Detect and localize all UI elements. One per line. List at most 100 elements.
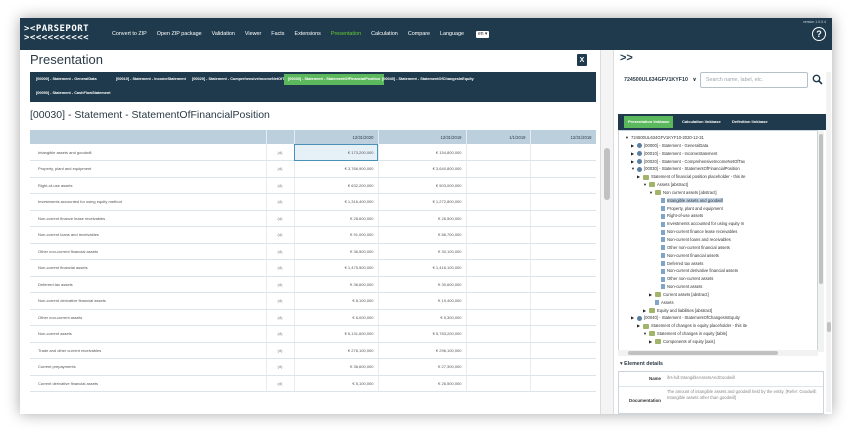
panel-scrollbar-thumb[interactable] [826, 322, 831, 332]
main-scrollbar[interactable] [600, 50, 614, 414]
nav-item-validation[interactable]: Validation [212, 31, 235, 37]
search-input[interactable]: Search name, label, etc. [700, 72, 808, 88]
fact-cell[interactable] [530, 358, 596, 376]
fact-cell[interactable] [466, 325, 531, 343]
tree-node[interactable]: Right-of-use assets [619, 212, 817, 220]
fact-cell[interactable] [530, 292, 596, 310]
tree-node[interactable]: Other non-current assets [619, 275, 817, 283]
tree-node[interactable]: ▶ Statement of changes in equity placehol… [619, 322, 817, 330]
linkbase-tab[interactable]: Presentation linkbase [624, 116, 674, 128]
fact-cell[interactable]: € 3,640,800,000 [378, 160, 467, 178]
fact-cell[interactable]: € 3,766,900,000 [294, 160, 379, 178]
tree-node[interactable]: Assets [619, 299, 817, 307]
fact-cell[interactable]: € 36,500,000 [294, 243, 379, 260]
fact-cell[interactable]: € 6,131,600,000 [294, 325, 379, 343]
statement-tab[interactable]: [00020] - Statement - ComprehensiveIncom… [188, 74, 293, 85]
tree-scrollbar[interactable] [818, 130, 824, 352]
tree-node[interactable]: ▶ [00020] - Statement - ComprehensiveInco… [619, 158, 817, 166]
fact-cell[interactable]: € 503,000,000 [378, 177, 467, 194]
fact-cell[interactable] [466, 358, 531, 376]
tree-hscroll-thumb[interactable] [628, 351, 778, 355]
help-icon[interactable]: ? [812, 27, 826, 41]
fact-cell[interactable] [466, 210, 531, 227]
tree-node[interactable]: ▼ Statement of changes in equity [table] [619, 330, 817, 338]
nav-item-open-zip-package[interactable]: Open ZIP package [157, 31, 202, 37]
tree-node[interactable]: ▶ Components of equity [axis] [619, 338, 817, 346]
tree-node[interactable]: Non-current financial assets [619, 252, 817, 260]
search-icon[interactable] [812, 74, 823, 85]
tree-node[interactable]: ▶ Equity and liabilities [abstract] [619, 307, 817, 315]
tree-node[interactable]: ▶ Current assets [abstract] [619, 291, 817, 299]
fact-cell[interactable]: € 6,000,000 [294, 309, 379, 326]
fact-cell[interactable]: € 154,800,000 [378, 144, 467, 161]
tree-scrollbar-thumb[interactable] [819, 134, 823, 284]
fact-cell[interactable] [530, 309, 596, 326]
fact-cell[interactable] [530, 243, 596, 260]
fact-cell[interactable] [466, 193, 531, 211]
tree-node[interactable]: Deferred tax assets [619, 260, 817, 268]
fact-cell[interactable]: € 28,600,000 [294, 210, 379, 227]
fact-cell[interactable] [466, 309, 531, 326]
fact-cell[interactable] [466, 259, 531, 277]
fact-cell[interactable]: € 27,300,000 [378, 358, 467, 376]
fact-cell[interactable] [530, 276, 596, 293]
statement-tab[interactable]: [00050] - Statement - CashFlowStatement [32, 88, 114, 99]
element-details-heading[interactable]: ▾ Element details [620, 361, 663, 367]
collapse-panel-button[interactable]: >> [620, 52, 633, 64]
fact-cell[interactable]: € 30,600,000 [378, 276, 467, 293]
tree-node[interactable]: ▶ [00040] - Statement - StatementOfChange… [619, 314, 817, 322]
fact-cell[interactable]: € 26,500,000 [378, 210, 467, 227]
fact-cell[interactable] [530, 160, 596, 178]
fact-cell[interactable]: € 30,100,000 [378, 243, 467, 260]
fact-cell[interactable]: € 296,100,000 [378, 342, 467, 359]
parseport-logo[interactable]: ><PARSEPORT ><<<<<<<<<< [20, 18, 108, 50]
fact-cell[interactable]: € 1,316,400,000 [294, 193, 379, 211]
fact-cell[interactable]: € 5,300,000 [378, 309, 467, 326]
linkbase-tab[interactable]: Calculation linkbase [678, 116, 725, 128]
fact-cell[interactable]: € 36,600,000 [294, 276, 379, 293]
statement-tab[interactable]: [00010] - Statement - IncomeStatement [112, 74, 190, 85]
fact-cell[interactable]: € 8,100,000 [294, 292, 379, 310]
tree-node[interactable]: Intangible assets and goodwill [619, 197, 817, 205]
tree-node[interactable]: ▶ [00010] - Statement - IncomeStatement [619, 150, 817, 158]
fact-cell[interactable] [466, 276, 531, 293]
fact-cell[interactable]: € 173,200,000 [294, 144, 379, 161]
statement-tab[interactable]: [00000] - Statement - GeneralData [32, 74, 101, 85]
statement-tab[interactable]: [00030] - Statement - StatementOfFinanci… [284, 74, 385, 85]
fact-cell[interactable]: € 1,475,500,000 [294, 259, 379, 277]
panel-scrollbar[interactable] [826, 72, 831, 412]
tree-node[interactable]: ▶ [00000] - Statement - GeneralData [619, 142, 817, 150]
nav-item-language[interactable]: Language [440, 31, 464, 37]
tree-node[interactable]: ▼ 724500UL634GFV1KYF10-2020-12-31 [619, 134, 817, 142]
nav-item-convert-to-zip[interactable]: Convert to ZIP [112, 31, 147, 37]
fact-cell[interactable]: € 1,416,100,000 [378, 259, 467, 277]
fact-cell[interactable] [530, 259, 596, 277]
fact-cell[interactable] [530, 342, 596, 359]
fact-cell[interactable] [530, 226, 596, 244]
fact-cell[interactable] [530, 193, 596, 211]
fact-cell[interactable]: € 276,100,000 [294, 342, 379, 359]
tree-node[interactable]: Non-current finance lease receivables [619, 228, 817, 236]
scrollbar-thumb[interactable] [604, 148, 610, 200]
fact-cell[interactable] [530, 177, 596, 194]
nav-item-extensions[interactable]: Extensions [294, 31, 320, 37]
fact-cell[interactable]: € 86,700,000 [378, 226, 467, 244]
tree-node[interactable]: ▼ Assets [abstract] [619, 181, 817, 189]
tree-node[interactable]: Property, plant and equipment [619, 205, 817, 213]
nav-item-presentation[interactable]: Presentation [331, 31, 361, 37]
tree-node[interactable]: Other non-current financial assets [619, 244, 817, 252]
language-select[interactable]: en ▾ [475, 30, 490, 38]
fact-cell[interactable]: € 632,200,000 [294, 177, 379, 194]
fact-cell[interactable] [466, 144, 531, 161]
tree-node[interactable]: Non-current assets [619, 283, 817, 291]
tree-node[interactable]: ▼ Non current assets [abstract] [619, 189, 817, 197]
fact-cell[interactable] [466, 292, 531, 310]
tree-node[interactable]: ▼ [00030] - Statement - StatementOfFinanc… [619, 165, 817, 173]
fact-cell[interactable]: € 26,500,000 [378, 375, 467, 392]
tree-node[interactable]: Non-current derivative financial assets [619, 267, 817, 275]
fact-cell[interactable] [466, 160, 531, 178]
fact-cell[interactable]: € 1,272,800,000 [378, 193, 467, 211]
fact-cell[interactable] [530, 325, 596, 343]
tree-node[interactable]: Investments accounted for using equity m [619, 220, 817, 228]
fact-cell[interactable]: € 36,600,000 [294, 358, 379, 376]
